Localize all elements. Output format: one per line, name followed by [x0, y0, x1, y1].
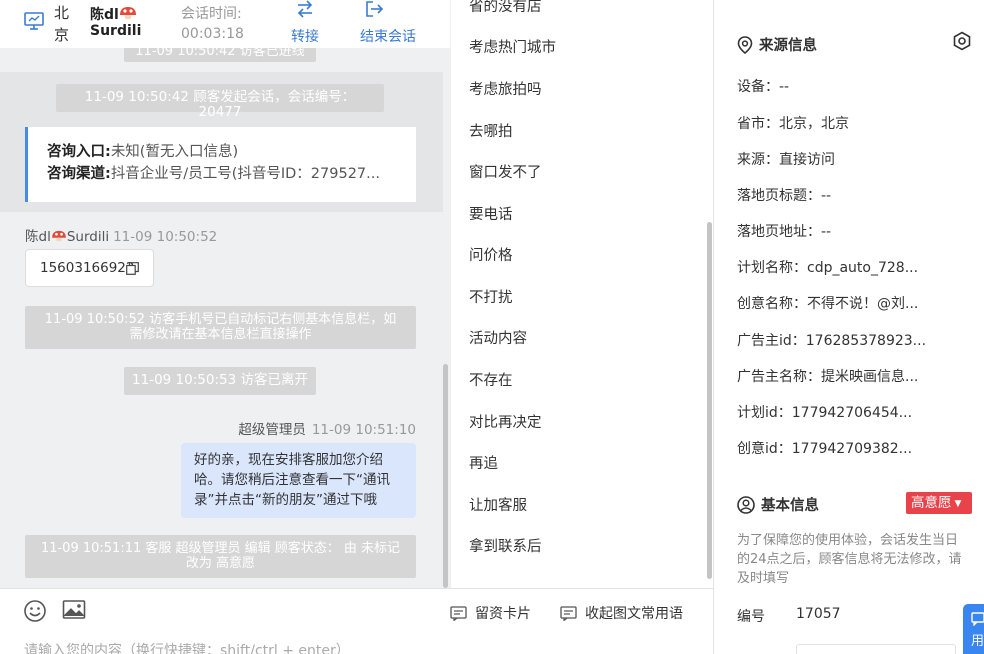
quick-replies-panel: 省的没有店 考虑热门城市 考虑旅拍吗 去哪拍 窗口发不了 要电话 问价格 不打扰…: [450, 0, 713, 588]
caret-down-icon: ▼: [954, 499, 962, 509]
entry-value: 未知(暂无入口信息): [110, 144, 239, 160]
mushroom-emoji-icon: [119, 6, 137, 24]
info-input-field[interactable]: [796, 644, 956, 654]
message-input[interactable]: [24, 641, 684, 654]
auto-mark-message: 11-09 10:50:52 访客手机号已自动标记右侧基本信息栏，如需修改请在基…: [25, 306, 416, 349]
message-composer: 留资卡片 收起图文常用语: [0, 588, 713, 654]
chat-bubble-icon: [971, 612, 984, 627]
end-session-button[interactable]: 结束会话: [356, 0, 420, 46]
monitor-icon: [24, 12, 44, 34]
quick-reply-item[interactable]: 考虑旅拍吗: [469, 78, 542, 99]
agent-message-meta: 超级管理员 11-09 10:51:10: [238, 418, 416, 438]
quick-replies-scrollbar[interactable]: [707, 222, 712, 579]
quick-reply-item[interactable]: 考虑热门城市: [469, 36, 556, 57]
quick-reply-item[interactable]: 活动内容: [469, 327, 527, 348]
source-info-title-text: 来源信息: [759, 38, 817, 54]
visitor-info-panel: 来源信息 设备：-- 省市：北京，北京 来源：直接访问 落地页标题：-- 落地页…: [713, 0, 984, 654]
end-session-label: 结束会话: [360, 29, 416, 45]
info-row-landing-title: 落地页标题：--: [737, 188, 832, 204]
agent-message-time: 11-09 10:51:10: [311, 422, 416, 438]
intent-status-dropdown[interactable]: 高意愿 ▼: [906, 492, 972, 514]
visitor-name-suffix: Surdili: [90, 23, 142, 39]
transfer-icon: [295, 0, 315, 22]
transfer-button[interactable]: 转接: [287, 0, 323, 46]
info-row-creative-name: 创意名称：不得不说！@刘...: [737, 296, 919, 312]
info-row-advertiser-id: 广告主id：176285378923...: [737, 333, 927, 349]
card-icon: [450, 606, 467, 622]
collapse-phrases-button[interactable]: 收起图文常用语: [560, 603, 683, 623]
info-row-creative-id: 创意id：177942709382...: [737, 441, 913, 457]
conversation-header: 北京 陈dl Surdili 会话时间: 00:03:18 转接 结束会话: [0, 0, 450, 48]
quick-reply-item[interactable]: 不存在: [469, 369, 513, 390]
visitor-sender: 陈dl: [25, 229, 51, 245]
visitor-message-bubble: 15603166922: [25, 249, 154, 287]
visitor-name-text: 陈dl: [90, 7, 119, 23]
channel-key: 咨询渠道:: [47, 166, 111, 182]
emoji-icon[interactable]: [23, 599, 47, 627]
basic-info-title: 基本信息: [737, 494, 819, 515]
source-info-title: 来源信息: [737, 34, 817, 55]
floating-tool-label: 用: [971, 634, 984, 649]
intent-status-label: 高意愿: [911, 495, 952, 511]
agent-sender: 超级管理员: [238, 422, 306, 438]
id-value: 17057: [796, 606, 841, 622]
session-time-label: 会话时间:: [181, 6, 242, 22]
channel-value: 抖音企业号/员工号(抖音号ID：279527...: [110, 166, 380, 182]
lead-card-button[interactable]: 留资卡片: [450, 603, 531, 623]
location-pin-icon: [737, 36, 753, 55]
quick-reply-item[interactable]: 省的没有店: [469, 0, 542, 16]
image-icon[interactable]: [62, 599, 86, 625]
visitor-sender-suffix: Surdili: [66, 229, 110, 245]
quick-reply-item[interactable]: 不打扰: [469, 286, 513, 307]
id-label: 编号: [737, 609, 765, 625]
visitor-message-meta: 陈dl Surdili 11-09 10:50:52: [25, 225, 217, 245]
quick-reply-item[interactable]: 对比再决定: [469, 411, 542, 432]
edit-notice: 为了保障您的使用体验，会话发生当日的24点之后，顾客信息将无法修改，请及时填写: [737, 533, 962, 586]
entry-info-card: 咨询入口:未知(暂无入口信息) 咨询渠道:抖音企业号/员工号(抖音号ID：279…: [25, 127, 416, 202]
floating-tool-button[interactable]: 用: [963, 604, 984, 654]
quick-reply-item[interactable]: 让加客服: [469, 494, 527, 515]
session-time-value: 00:03:18: [181, 26, 244, 42]
visitor-message-text: 15603166922: [40, 260, 135, 276]
visitor-left-message: 11-09 10:50:53 访客已离开: [124, 367, 316, 395]
info-row-source: 来源：直接访问: [737, 152, 835, 168]
quick-reply-item[interactable]: 要电话: [469, 203, 513, 224]
quick-reply-item[interactable]: 拿到联系后: [469, 535, 542, 556]
quick-reply-item[interactable]: 再追: [469, 452, 498, 473]
quick-reply-item[interactable]: 去哪拍: [469, 120, 513, 141]
user-circle-icon: [737, 496, 755, 514]
mushroom-emoji-icon: [51, 230, 66, 242]
session-start-block: 11-09 10:50:42 顾客发起会话，会话编号：20477 咨询入口:未知…: [0, 72, 443, 212]
info-row-plan-name: 计划名称：cdp_auto_728...: [737, 260, 919, 276]
agent-message-bubble: 好的亲，现在安排客服加您介绍哈。请您稍后注意查看一下“通讯录”并点击“新的朋友”…: [181, 443, 416, 518]
visitor-message-time: 11-09 10:50:52: [113, 229, 218, 245]
copy-icon[interactable]: [126, 262, 139, 279]
info-row-device: 设备：--: [737, 79, 790, 95]
entry-key: 咨询入口:: [47, 144, 111, 160]
quick-reply-item[interactable]: 问价格: [469, 244, 513, 265]
entry-row: 咨询入口:未知(暂无入口信息): [47, 141, 413, 163]
info-row-province-city: 省市：北京，北京: [737, 116, 849, 132]
collapse-phrases-label: 收起图文常用语: [585, 606, 683, 622]
system-message: 11-09 10:50:42 访客已进线: [124, 48, 316, 62]
status-edit-message: 11-09 10:51:11 客服 超级管理员 编辑 顾客状态： 由 未标记 改…: [25, 535, 416, 578]
basic-info-title-text: 基本信息: [761, 498, 819, 514]
lead-card-label: 留资卡片: [475, 606, 531, 622]
info-row-landing-url: 落地页地址：--: [737, 224, 832, 240]
info-row-advertiser-name: 广告主名称：提米映画信息...: [737, 369, 919, 385]
visitor-location: 北京: [54, 4, 70, 44]
quick-reply-item[interactable]: 窗口发不了: [469, 161, 542, 182]
visitor-name: 陈dl Surdili: [90, 6, 141, 39]
transfer-label: 转接: [291, 29, 319, 45]
chat-scrollbar[interactable]: [443, 364, 448, 588]
chat-messages[interactable]: 11-09 10:50:42 访客已进线 11-09 10:50:42 顾客发起…: [0, 48, 450, 588]
settings-icon[interactable]: [952, 31, 972, 55]
channel-row: 咨询渠道:抖音企业号/员工号(抖音号ID：279527...: [47, 163, 413, 185]
phrases-icon: [560, 606, 577, 622]
session-start-message: 11-09 10:50:42 顾客发起会话，会话编号：20477: [56, 84, 384, 120]
info-row-plan-id: 计划id：177942706454...: [737, 405, 913, 421]
